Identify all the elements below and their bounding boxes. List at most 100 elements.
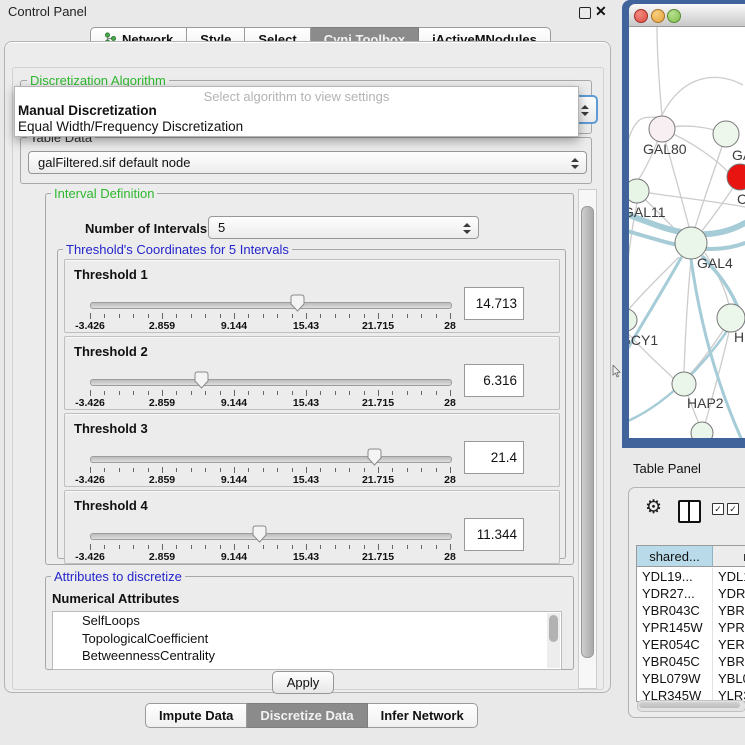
option-equal-width-frequency[interactable]: Equal Width/Frequency Discretization (18, 119, 243, 134)
numerical-attributes-list[interactable]: SelfLoopsTopologicalCoefficientBetweenne… (52, 611, 562, 670)
slider-track[interactable] (90, 302, 452, 309)
table-cell[interactable]: YPR145W (637, 619, 713, 636)
network-node-label: GA (732, 147, 745, 163)
attribute-list-item[interactable]: TopologicalCoefficient (53, 630, 561, 648)
network-window-titlebar[interactable] (629, 4, 745, 27)
tab-impute-data[interactable]: Impute Data (145, 703, 247, 728)
column-header[interactable]: na (713, 546, 745, 567)
scrollbar-thumb[interactable] (639, 702, 740, 708)
scrollbar-thumb[interactable] (549, 615, 558, 642)
table-cell[interactable]: YDR2 (713, 585, 745, 602)
slider-thumb[interactable] (252, 525, 267, 543)
slider-track[interactable] (90, 456, 452, 463)
close-traffic-light-icon[interactable] (634, 9, 648, 23)
slider-tick-label: 28 (444, 397, 456, 409)
slider-tick (119, 468, 120, 472)
option-manual-discretization[interactable]: Manual Discretization (18, 103, 157, 118)
slider-thumb[interactable] (290, 294, 305, 312)
table-cell[interactable]: YBL079W (637, 670, 713, 687)
table-cell[interactable]: YBR045C (637, 653, 713, 670)
slider-track[interactable] (90, 379, 452, 386)
gear-icon[interactable]: ⚙ (645, 496, 662, 519)
zoom-traffic-light-icon[interactable] (667, 9, 681, 23)
network-edge[interactable] (657, 27, 662, 116)
table-data-combobox[interactable]: galFiltered.sif default node (28, 151, 587, 174)
slider-tick-label: 21.715 (362, 397, 394, 409)
table-cell[interactable]: YER0 (713, 636, 745, 653)
table-row[interactable]: YBR043CYBR0 (637, 602, 745, 619)
tab-label: Infer Network (381, 708, 464, 723)
slider-thumb[interactable] (367, 448, 382, 466)
num-intervals-combobox[interactable]: 5 (208, 216, 479, 239)
attribute-list-item[interactable]: BetweennessCentrality (53, 647, 561, 665)
threshold-value-field[interactable]: 21.4 (464, 441, 524, 474)
network-edge[interactable] (695, 134, 726, 228)
network-edge[interactable] (684, 259, 691, 372)
network-node[interactable] (649, 116, 675, 142)
slider-tick-label: 28 (444, 474, 456, 486)
table-row[interactable]: YDR27...YDR2 (637, 585, 745, 602)
slider-tick (148, 545, 149, 549)
threshold-label: Threshold 1 (74, 267, 148, 282)
table-row[interactable]: YBL079WYBL0 (637, 670, 745, 687)
tab-discretize-data[interactable]: Discretize Data (247, 703, 367, 728)
tab-infer-network[interactable]: Infer Network (368, 703, 478, 728)
slider-tick (205, 314, 206, 318)
attribute-list-item[interactable]: SelfLoops (53, 612, 561, 630)
slider-tick (407, 314, 408, 318)
list-scrollbar[interactable] (547, 613, 560, 668)
table-row[interactable]: YDL19...YDL1 (637, 568, 745, 585)
network-node[interactable] (672, 372, 696, 396)
threshold-value-field[interactable]: 14.713 (464, 287, 524, 320)
table-horizontal-scrollbar[interactable] (637, 700, 745, 712)
network-node[interactable] (629, 179, 649, 203)
slider-tick (176, 314, 177, 318)
table-row[interactable]: YER054CYER0 (637, 636, 745, 653)
column-header[interactable]: shared... (637, 546, 713, 567)
table-cell[interactable]: YBR0 (713, 602, 745, 619)
slider-track[interactable] (90, 533, 452, 540)
slider-tick (119, 314, 120, 318)
threshold-value-field[interactable]: 11.344 (464, 518, 524, 551)
network-edge[interactable] (662, 77, 743, 115)
settings-vertical-scrollbar[interactable] (578, 189, 597, 689)
checkbox-icon[interactable]: ✓ (712, 503, 724, 515)
slider-tick (421, 391, 422, 395)
table-row[interactable]: YPR145WYPR1 (637, 619, 745, 636)
slider-tick (234, 390, 235, 396)
apply-button[interactable]: Apply (272, 671, 334, 694)
network-node[interactable] (713, 121, 739, 147)
slider-tick (335, 468, 336, 472)
checkbox-icon[interactable]: ✓ (727, 503, 739, 515)
slider-thumb[interactable] (194, 371, 209, 389)
table-cell[interactable]: YDL19... (637, 568, 713, 585)
network-node[interactable] (629, 309, 637, 331)
network-canvas[interactable]: GAL80GACGAL11GAL4GCY1HHAP2 (629, 27, 745, 438)
node-attribute-table[interactable]: shared...naYDL19...YDL1YDR27...YDR2YBR04… (636, 545, 745, 702)
table-cell[interactable]: YDL1 (713, 568, 745, 585)
slider-tick (191, 391, 192, 395)
table-cell[interactable]: YPR1 (713, 619, 745, 636)
table-cell[interactable]: YDR27... (637, 585, 713, 602)
table-cell[interactable]: YBL0 (713, 670, 745, 687)
minimize-traffic-light-icon[interactable] (651, 9, 665, 23)
slider-tick (407, 468, 408, 472)
network-node[interactable] (727, 164, 745, 190)
split-columns-icon[interactable] (678, 500, 701, 523)
slider-tick (90, 467, 91, 473)
table-cell[interactable]: YER054C (637, 636, 713, 653)
network-edge-highlighted[interactable] (691, 259, 741, 438)
threshold-value-field[interactable]: 6.316 (464, 364, 524, 397)
threshold-label: Threshold 2 (74, 344, 148, 359)
slider-tick (436, 468, 437, 472)
slider-tick (320, 391, 321, 395)
table-cell[interactable]: YBR0 (713, 653, 745, 670)
scrollbar-thumb[interactable] (581, 206, 594, 658)
float-window-icon[interactable] (579, 7, 591, 19)
close-icon[interactable]: ✕ (595, 3, 607, 20)
table-row[interactable]: YBR045CYBR0 (637, 653, 745, 670)
network-node[interactable] (717, 304, 745, 332)
combobox-arrows-icon (571, 158, 579, 169)
network-node[interactable] (691, 422, 713, 438)
table-cell[interactable]: YBR043C (637, 602, 713, 619)
